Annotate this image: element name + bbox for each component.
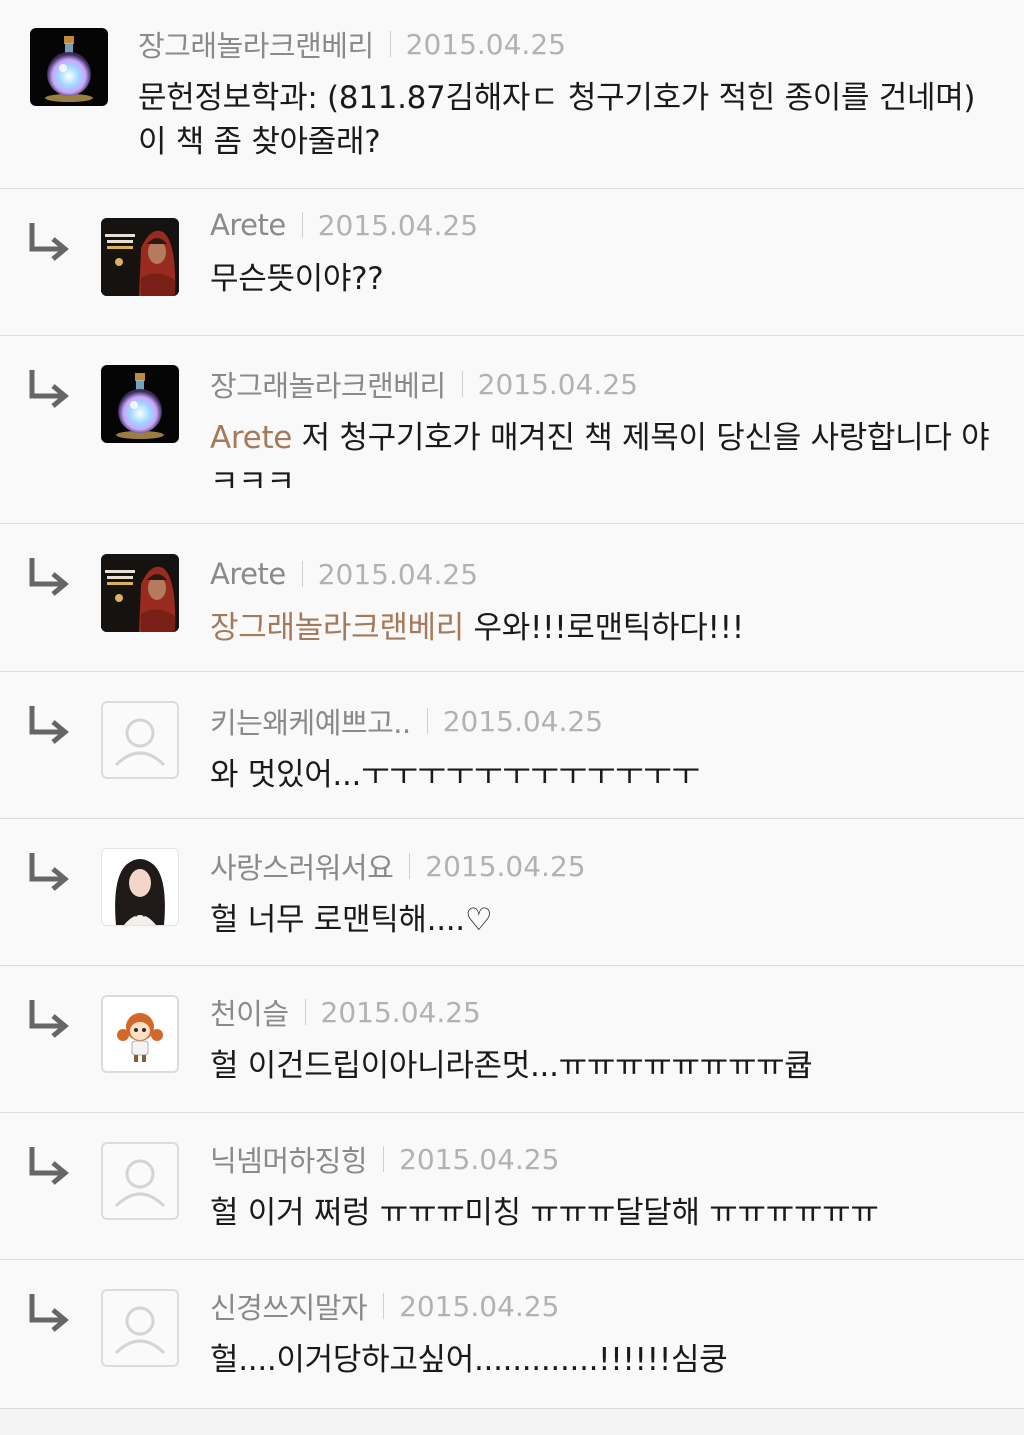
- comment-body: 헐 이건드립이아니라존멋...ㅠㅠㅠㅠㅠㅠㅠㅠ큡: [210, 1048, 813, 1084]
- comment-author[interactable]: 장그래놀라크랜베리: [210, 363, 446, 405]
- potion-bottle-icon: [116, 373, 164, 439]
- comment-date: 2015.04.25: [425, 849, 586, 883]
- comment-body: 헐 이거 쩌렁 ㅠㅠㅠ미칭 ㅠㅠㅠ달달해 ㅠㅠㅠㅠㅠㅠ: [210, 1195, 879, 1231]
- comment-text: Arete 저 청구기호가 매겨진 책 제목이 당신을 사랑합니다 야ㅋㅋㅋ: [210, 416, 994, 504]
- separator: [426, 708, 428, 734]
- separator: [389, 31, 391, 57]
- separator: [301, 212, 303, 238]
- pixel-character-icon: [103, 997, 177, 1071]
- avatar[interactable]: [101, 365, 179, 443]
- reply-arrow-icon: [29, 370, 69, 408]
- default-user-icon: [114, 1306, 166, 1355]
- comment-list: 장그래놀라크랜베리 2015.04.25 문헌정보학과: (811.87김해자ㄷ…: [0, 0, 1024, 1409]
- comment-date: 2015.04.25: [477, 367, 638, 401]
- comment-date: 2015.04.25: [442, 704, 604, 738]
- comment-text: 헐 이건드립이아니라존멋...ㅠㅠㅠㅠㅠㅠㅠㅠ큡: [210, 1044, 994, 1088]
- default-user-icon: [114, 718, 166, 767]
- portrait-dark-hair-icon: [102, 849, 178, 925]
- reply-arrow-icon: [29, 1294, 69, 1332]
- comment-body: 저 청구기호가 매겨진 책 제목이 당신을 사랑합니다 야ㅋㅋㅋ: [210, 420, 990, 500]
- potion-bottle-icon: [45, 36, 93, 102]
- reply-arrow-icon: [29, 1000, 69, 1038]
- separator: [461, 371, 463, 397]
- mention-link[interactable]: 장그래놀라크랜베리: [210, 610, 464, 646]
- comment-author[interactable]: 신경쓰지말자: [210, 1285, 368, 1327]
- avatar[interactable]: [101, 995, 179, 1073]
- comment-reply: 사랑스러워서요 2015.04.25 헐 너무 로맨틱해....♡: [0, 819, 1024, 966]
- avatar[interactable]: [101, 848, 179, 926]
- comment-reply: 키는왜케예쁘고.. 2015.04.25 와 멋있어...ㅜㅜㅜㅜㅜㅜㅜㅜㅜㅜㅜ…: [0, 672, 1024, 819]
- avatar[interactable]: [30, 28, 108, 106]
- comment-reply: 닉넴머하징힝 2015.04.25 헐 이거 쩌렁 ㅠㅠㅠ미칭 ㅠㅠㅠ달달해 ㅠ…: [0, 1113, 1024, 1260]
- reply-arrow-icon: [29, 706, 69, 744]
- comment-text: 헐 이거 쩌렁 ㅠㅠㅠ미칭 ㅠㅠㅠ달달해 ㅠㅠㅠㅠㅠㅠ: [210, 1191, 994, 1235]
- avatar[interactable]: [101, 701, 179, 779]
- avatar[interactable]: [101, 218, 179, 296]
- avatar[interactable]: [101, 1289, 179, 1367]
- comment-date: 2015.04.25: [320, 995, 481, 1029]
- separator: [301, 561, 303, 587]
- separator: [383, 1146, 385, 1172]
- comment-author[interactable]: 장그래놀라크랜베리: [138, 23, 374, 65]
- reply-arrow-icon: [29, 223, 69, 261]
- reply-arrow-icon: [29, 558, 69, 596]
- comment-date: 2015.04.25: [317, 557, 479, 591]
- comment-author[interactable]: Arete: [210, 208, 286, 242]
- portrait-red-scarf-icon: [101, 554, 179, 632]
- comment-author[interactable]: 키는왜케예쁘고..: [210, 700, 411, 742]
- comment-text: 와 멋있어...ㅜㅜㅜㅜㅜㅜㅜㅜㅜㅜㅜㅜ: [210, 753, 994, 797]
- reply-arrow-icon: [29, 853, 69, 891]
- portrait-red-scarf-icon: [101, 218, 179, 296]
- comment-reply: Arete 2015.04.25 무슨뜻이야??: [0, 189, 1024, 336]
- comment-body: 헐....이거당하고싶어.............!!!!!!심쿵: [210, 1342, 728, 1378]
- comment-item: 장그래놀라크랜베리 2015.04.25 문헌정보학과: (811.87김해자ㄷ…: [0, 0, 1024, 189]
- comment-author[interactable]: 천이슬: [210, 991, 289, 1033]
- comment-author[interactable]: 사랑스러워서요: [210, 845, 394, 887]
- comment-date: 2015.04.25: [405, 27, 566, 61]
- comment-text: 헐....이거당하고싶어.............!!!!!!심쿵: [210, 1338, 994, 1382]
- comment-body: 문헌정보학과: (811.87김해자ㄷ 청구기호가 적힌 종이를 건네며) 이 …: [138, 80, 976, 160]
- separator: [409, 853, 411, 879]
- comment-text: 장그래놀라크랜베리 우와!!!로맨틱하다!!!: [210, 606, 994, 650]
- comment-reply: Arete 2015.04.25 장그래놀라크랜베리 우와!!!로맨틱하다!!!: [0, 524, 1024, 672]
- reply-arrow-icon: [29, 1147, 69, 1185]
- comment-date: 2015.04.25: [317, 208, 479, 242]
- comment-date: 2015.04.25: [399, 1142, 560, 1176]
- comment-author[interactable]: Arete: [210, 557, 286, 591]
- comment-text: 헐 너무 로맨틱해....♡: [210, 898, 994, 942]
- comment-author[interactable]: 닉넴머하징힝: [210, 1138, 368, 1180]
- comment-reply: 신경쓰지말자 2015.04.25 헐....이거당하고싶어..........…: [0, 1260, 1024, 1409]
- default-user-icon: [114, 1159, 166, 1208]
- comment-body: 와 멋있어...ㅜㅜㅜㅜㅜㅜㅜㅜㅜㅜㅜㅜ: [210, 757, 700, 793]
- separator: [304, 999, 306, 1025]
- avatar[interactable]: [101, 554, 179, 632]
- comment-text: 문헌정보학과: (811.87김해자ㄷ 청구기호가 적힌 종이를 건네며) 이 …: [138, 76, 994, 164]
- avatar[interactable]: [101, 1142, 179, 1220]
- comment-body: 헐 너무 로맨틱해....♡: [210, 902, 493, 938]
- comment-date: 2015.04.25: [399, 1289, 560, 1323]
- comment-reply: 천이슬 2015.04.25 헐 이건드립이아니라존멋...ㅠㅠㅠㅠㅠㅠㅠㅠ큡: [0, 966, 1024, 1113]
- comment-body: 무슨뜻이야??: [210, 261, 384, 297]
- mention-link[interactable]: Arete: [210, 420, 292, 456]
- separator: [383, 1293, 385, 1319]
- comment-body: 우와!!!로맨틱하다!!!: [463, 610, 745, 646]
- comment-text: 무슨뜻이야??: [210, 257, 994, 301]
- comment-reply: 장그래놀라크랜베리 2015.04.25 Arete 저 청구기호가 매겨진 책…: [0, 336, 1024, 524]
